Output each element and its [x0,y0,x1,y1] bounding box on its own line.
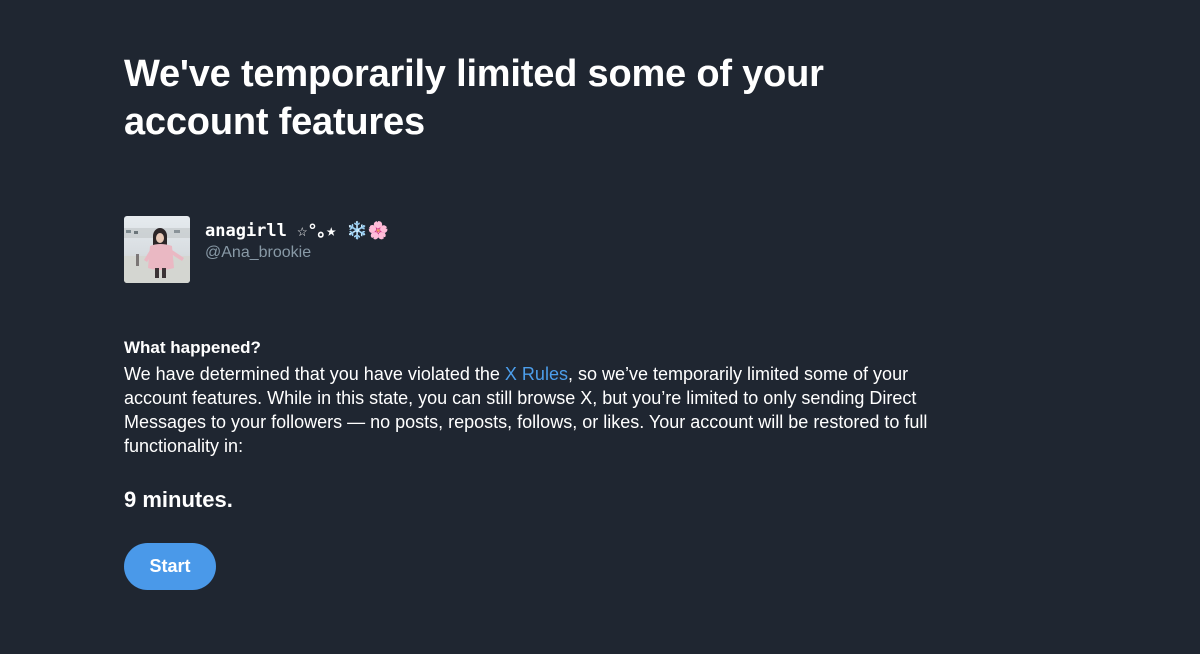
notice-text: We have determined that you have violate… [124,362,954,458]
page-title: We've temporarily limited some of your a… [124,53,824,143]
avatar [124,216,190,283]
account-info: anagirll ☆°｡★ ❄️🌸 @Ana_brookie [205,216,389,263]
display-name: anagirll ☆°｡★ ❄️🌸 [205,221,389,241]
countdown-text: 9 minutes. [124,487,233,512]
account-handle: @Ana_brookie [205,244,312,261]
start-button[interactable]: Start [124,543,216,590]
notice-text-start: We have determined that you have violate… [124,364,505,384]
profile-photo-icon [124,216,190,283]
section-heading: What happened? [124,338,261,357]
x-rules-link[interactable]: X Rules [505,364,568,384]
account-card: anagirll ☆°｡★ ❄️🌸 @Ana_brookie [124,216,964,283]
main-content: We've temporarily limited some of your a… [124,50,964,590]
